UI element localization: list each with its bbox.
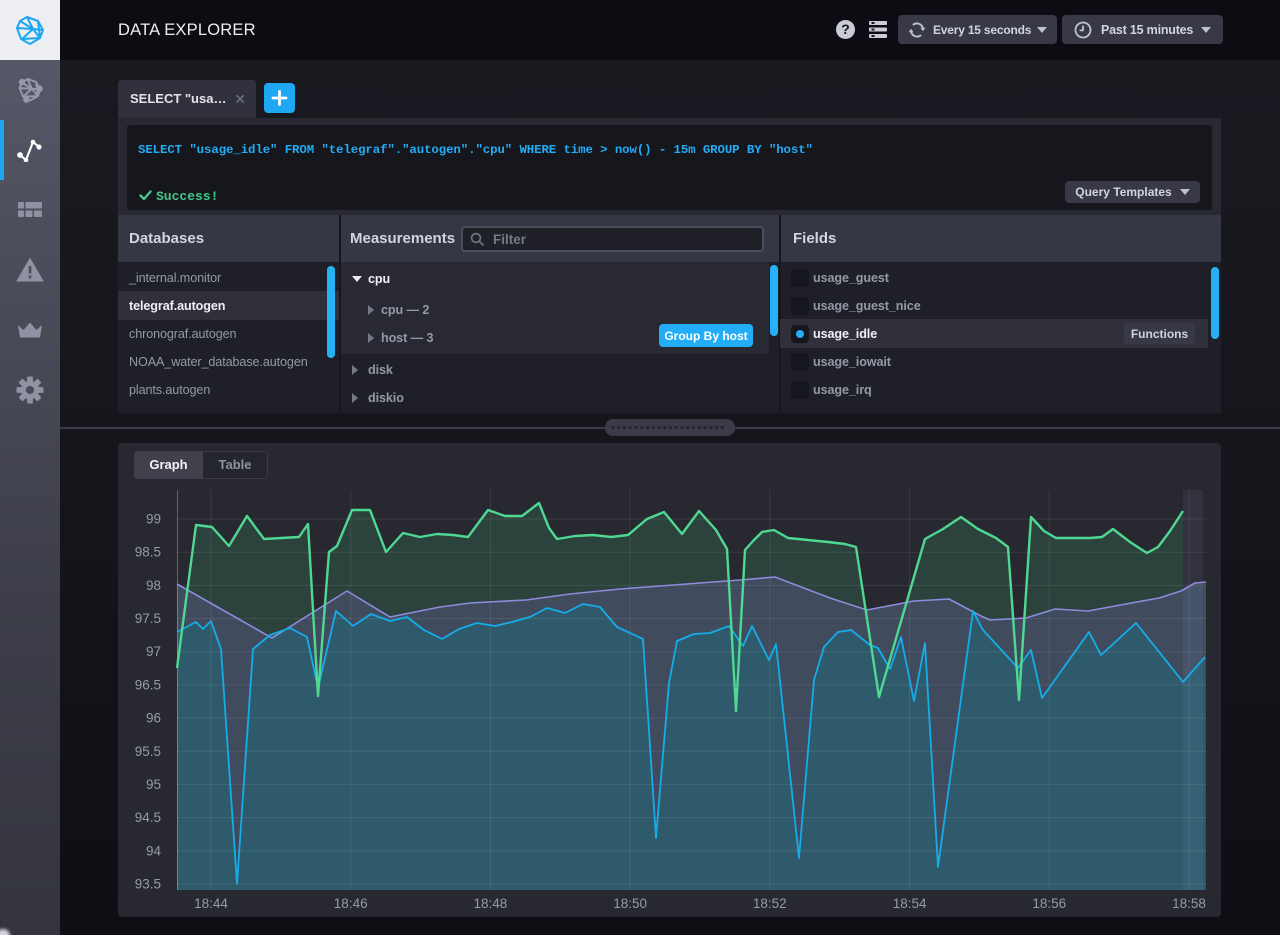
svg-text:95.5: 95.5 xyxy=(135,744,161,759)
svg-text:18:54: 18:54 xyxy=(893,896,927,911)
svg-text:98: 98 xyxy=(146,578,161,593)
svg-text:18:44: 18:44 xyxy=(194,896,228,911)
svg-text:97.5: 97.5 xyxy=(135,611,161,626)
svg-text:18:52: 18:52 xyxy=(753,896,787,911)
svg-text:18:50: 18:50 xyxy=(613,896,647,911)
svg-text:18:48: 18:48 xyxy=(474,896,508,911)
svg-text:18:46: 18:46 xyxy=(334,896,368,911)
svg-text:99: 99 xyxy=(146,512,161,527)
svg-text:94.5: 94.5 xyxy=(135,810,161,825)
svg-text:96.5: 96.5 xyxy=(135,677,161,692)
svg-text:95: 95 xyxy=(146,777,161,792)
svg-text:18:58: 18:58 xyxy=(1172,896,1206,911)
svg-text:93.5: 93.5 xyxy=(135,877,161,892)
svg-text:18:56: 18:56 xyxy=(1032,896,1066,911)
svg-text:96: 96 xyxy=(146,711,161,726)
svg-text:98.5: 98.5 xyxy=(135,545,161,560)
svg-text:97: 97 xyxy=(146,644,161,659)
svg-text:94: 94 xyxy=(146,843,162,858)
